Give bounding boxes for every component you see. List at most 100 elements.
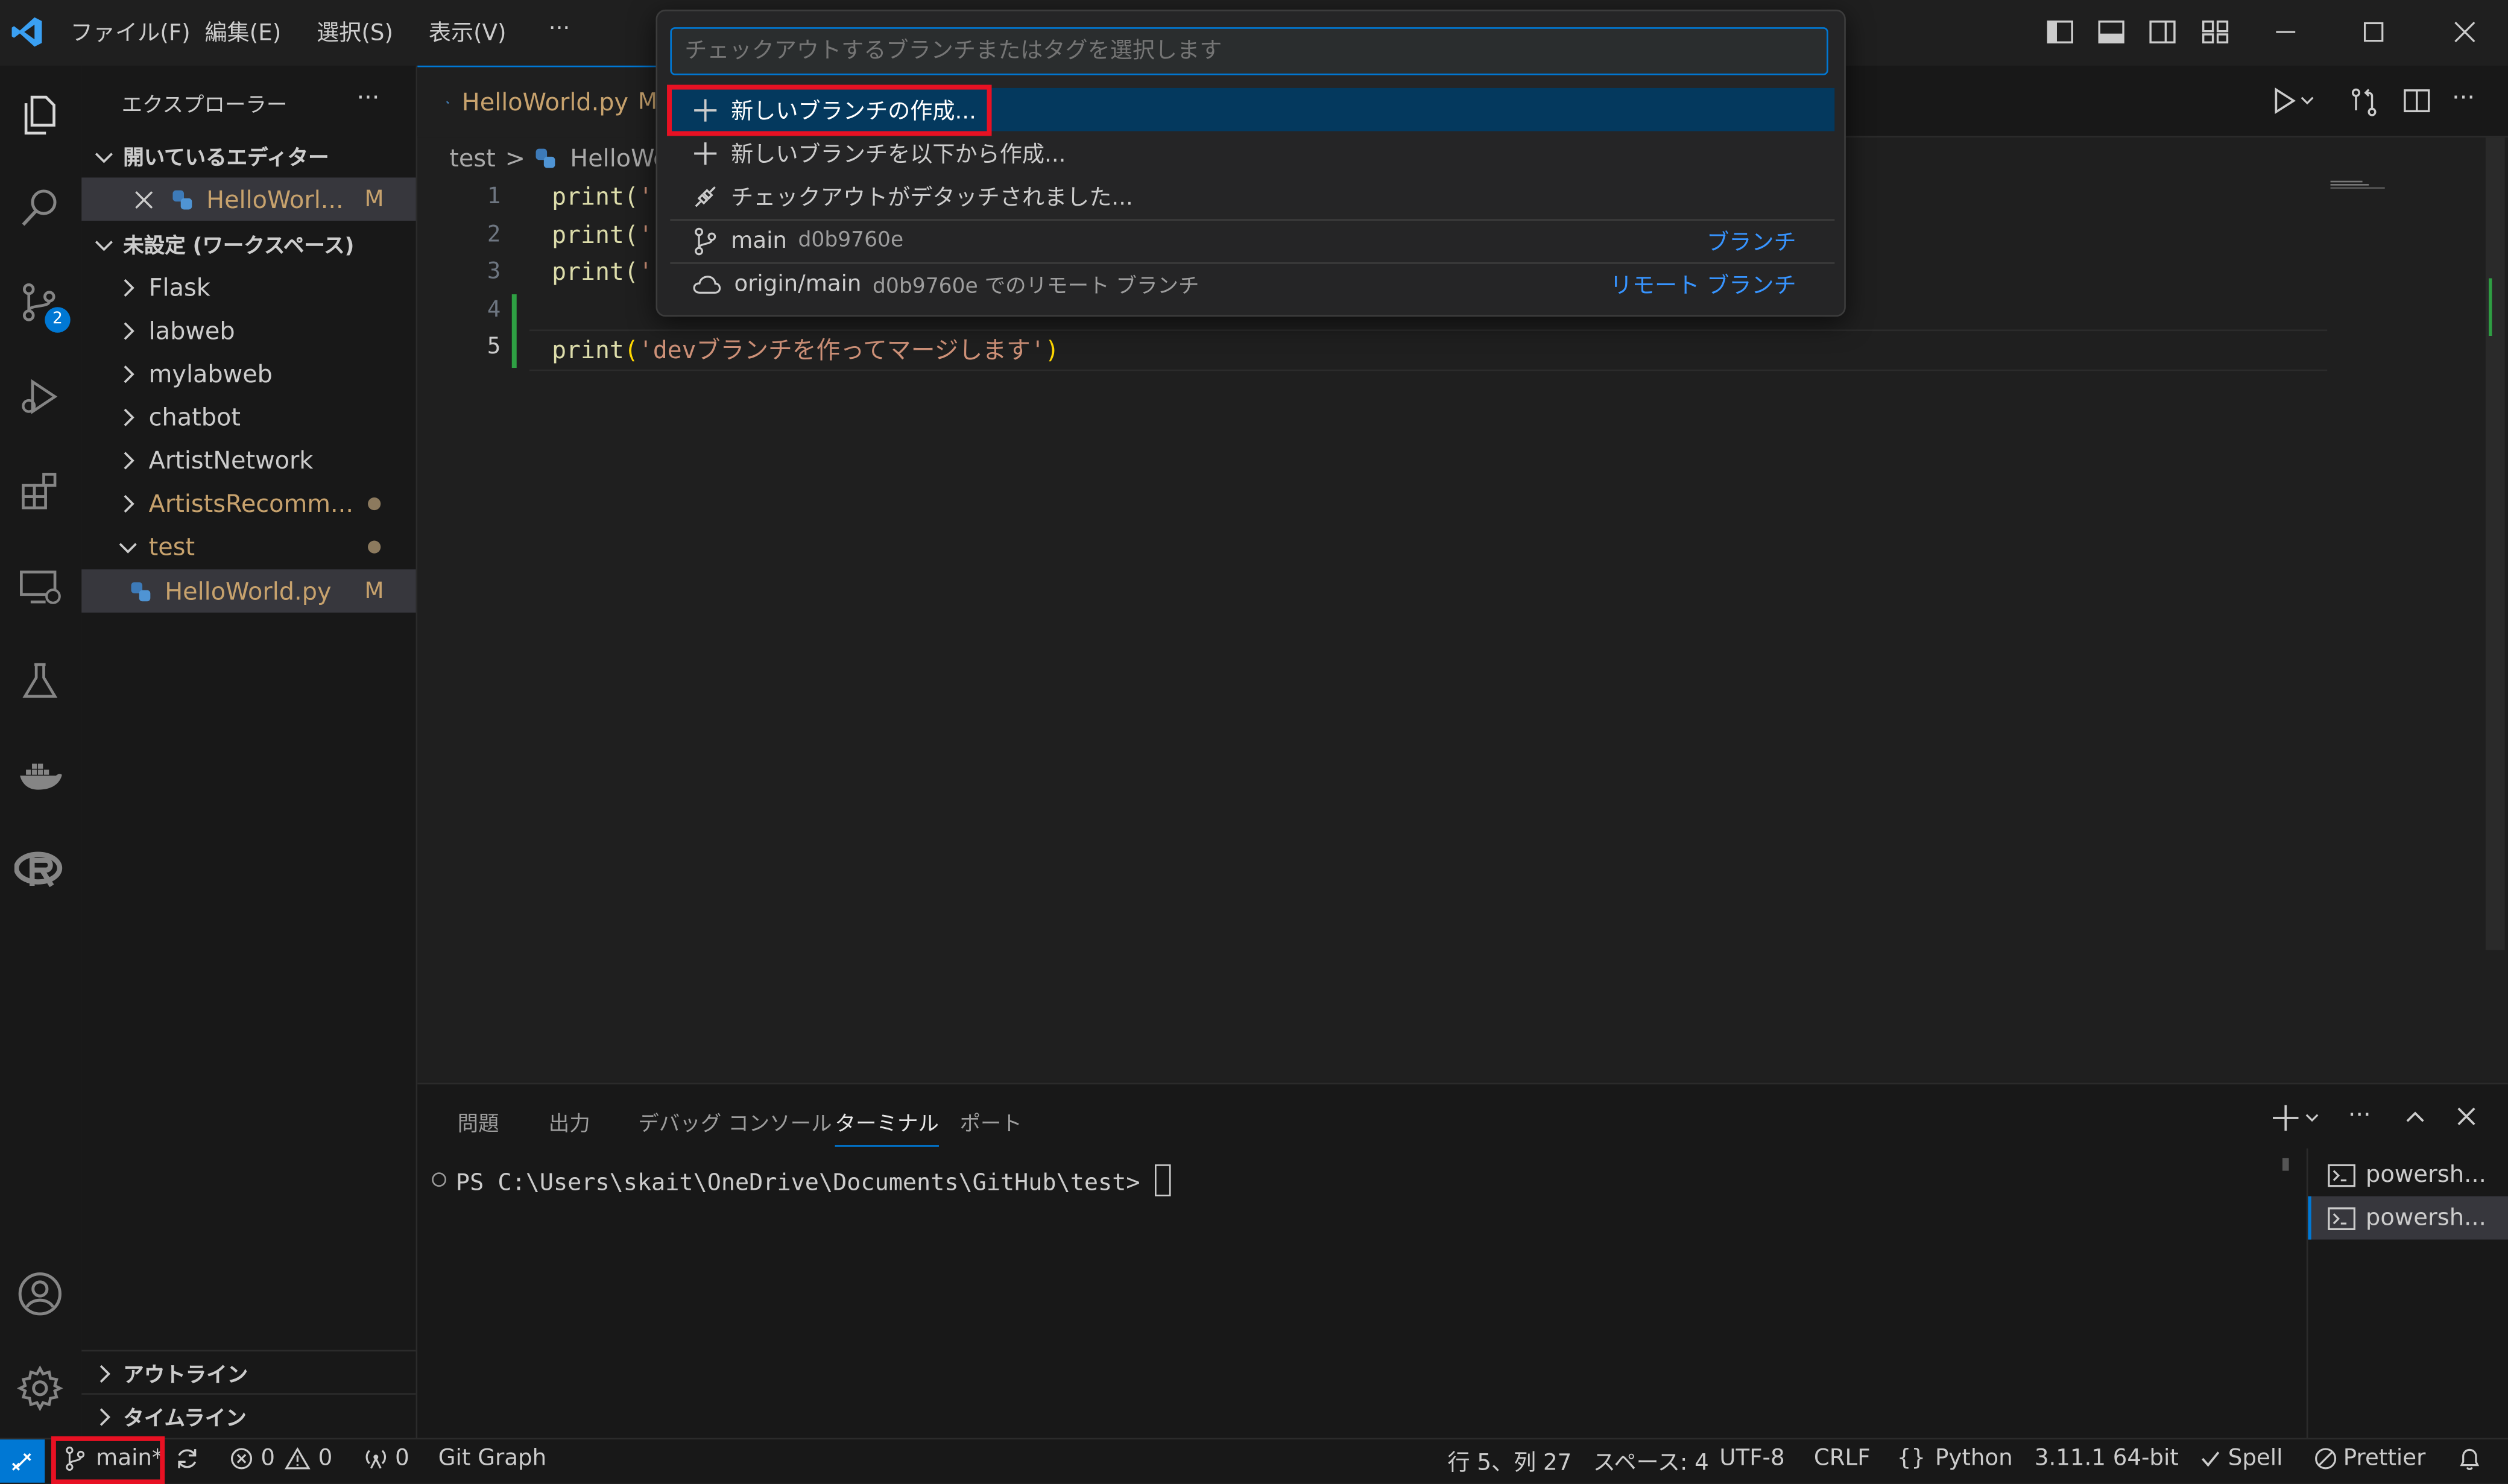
python-file-icon [172,189,192,209]
settings-gear-icon[interactable] [10,1358,71,1419]
branch-commit: d0b9760e でのリモート ブランチ [873,275,1199,299]
spell-indicator[interactable]: Spell [2199,1446,2282,1471]
error-icon [231,1448,253,1470]
workspace-section[interactable]: 未設定 (ワークスペース) [81,223,415,266]
terminal-instance[interactable]: powersh... [2308,1153,2508,1196]
terminal-output[interactable]: PS C:\Users\skait\OneDrive\Documents\Git… [456,1164,1170,1196]
search-icon[interactable] [10,177,71,238]
menu-view[interactable]: 表示(V) [429,16,507,48]
terminal-powershell-icon [2328,1206,2355,1230]
folder-item-test[interactable]: test [81,525,415,568]
editor-scrollbar[interactable] [2485,137,2505,950]
toggle-secondary-sidebar-icon[interactable] [2148,17,2177,46]
branch-item-origin-main[interactable]: origin/main d0b9760e でのリモート ブランチ リモート ブラ… [670,262,1834,306]
maximize-icon[interactable] [2359,17,2388,46]
r-language-icon[interactable] [10,840,71,901]
run-file-icon[interactable] [2271,86,2316,115]
ports-indicator[interactable]: 0 [363,1446,409,1471]
breadcrumb-folder[interactable]: test [449,144,495,173]
split-editor-icon[interactable] [2402,86,2431,115]
chevron-right-icon [99,1364,110,1382]
docker-icon[interactable] [10,745,71,806]
cursor-position[interactable]: 行 5、列 27 [1447,1446,1571,1478]
cloud-icon [693,274,721,293]
extensions-icon[interactable] [10,461,71,522]
explorer-icon[interactable] [10,85,71,146]
indentation[interactable]: スペース: 4 [1593,1446,1709,1478]
code-token: print( [552,182,639,212]
sidebar-title: エクスプローラー [121,94,288,119]
tab-helloworld[interactable]: HelloWorld.py M [417,65,658,138]
panel-more-button[interactable]: ··· [2348,1100,2371,1129]
checkout-detached-item[interactable]: チェックアウトがデタッチされました... [670,174,1834,218]
encoding[interactable]: UTF-8 [1719,1446,1784,1471]
testing-icon[interactable] [10,651,71,712]
check-icon [2201,1451,2220,1467]
open-editors-section[interactable]: 開いているエディター [81,134,415,178]
folder-item[interactable]: ArtistNetwork [81,438,415,482]
tab-ports[interactable]: ポート [959,1107,1022,1137]
terminal-scrollbar[interactable] [2282,1158,2289,1171]
source-control-icon[interactable]: 2 [10,272,71,333]
tab-output[interactable]: 出力 [549,1107,590,1137]
folder-item[interactable]: ArtistsRecomm... [81,481,415,525]
menu-file[interactable]: ファイル(F) [71,16,191,48]
git-graph-button[interactable]: Git Graph [438,1446,546,1471]
source-control-badge: 2 [45,307,71,333]
branch-search-input[interactable] [670,27,1828,75]
language-mode[interactable]: {} Python [1897,1446,2013,1471]
branch-item-main[interactable]: main d0b9760e ブランチ [670,219,1834,262]
folder-item[interactable]: mylabweb [81,352,415,396]
python-interpreter[interactable]: 3.11.1 64-bit [2035,1446,2179,1471]
toggle-primary-sidebar-icon[interactable] [2045,17,2074,46]
sync-icon[interactable] [174,1446,200,1471]
create-branch-from-item[interactable]: 新しいブランチを以下から作成... [670,131,1834,174]
tab-problems[interactable]: 問題 [458,1107,499,1137]
branch-type: リモート ブランチ [1609,273,1796,298]
sidebar-more-button[interactable]: ··· [356,83,379,112]
tab-modified: M [638,89,658,115]
plus-icon [694,141,717,164]
toggle-panel-icon[interactable] [2097,17,2126,46]
folder-item[interactable]: labweb [81,309,415,352]
tab-debug-console[interactable]: デバッグ コンソール [638,1107,832,1137]
breadcrumb-file[interactable]: HelloWo [570,144,668,173]
timeline-label: タイムライン [123,1407,247,1432]
problems-indicator[interactable]: 0 0 [230,1446,332,1471]
scrollbar-change-marker [2489,278,2508,336]
menu-edit[interactable]: 編集(E) [205,16,282,48]
notifications-bell-icon[interactable] [2459,1446,2481,1471]
outline-section[interactable]: アウトライン [81,1350,416,1395]
vscode-logo-icon [10,14,45,49]
close-window-icon[interactable] [2450,17,2479,46]
open-changes-icon[interactable] [2348,86,2380,118]
maximize-panel-icon[interactable] [2402,1104,2428,1129]
chevron-right-icon [124,278,134,296]
timeline-section[interactable]: タイムライン [81,1393,416,1438]
open-editor-item[interactable]: HelloWorl... M [81,177,416,221]
line-number: 2 [487,222,501,248]
remote-indicator[interactable] [0,1439,45,1483]
run-debug-icon[interactable] [10,366,71,427]
accounts-icon[interactable] [10,1263,71,1324]
file-item[interactable]: HelloWorld.py M [81,569,416,613]
tab-terminal[interactable]: ターミナル [835,1107,940,1147]
minimize-icon[interactable] [2271,17,2300,46]
close-icon[interactable] [133,188,155,210]
prettier-indicator[interactable]: Prettier [2314,1446,2425,1471]
minimap[interactable] [2330,179,2388,189]
end-of-line[interactable]: CRLF [1814,1446,1871,1471]
remote-explorer-icon[interactable] [10,557,71,617]
editor-more-button[interactable]: ··· [2452,83,2475,112]
customize-layout-icon[interactable] [2201,17,2230,46]
close-panel-icon[interactable] [2454,1104,2479,1129]
menu-selection[interactable]: 選択(S) [317,16,393,48]
file-label: HelloWorld.py [165,576,332,605]
new-terminal-icon[interactable] [2271,1104,2322,1132]
menu-more[interactable]: ··· [549,16,570,42]
folder-item[interactable]: chatbot [81,395,415,438]
folder-item[interactable]: Flask [81,265,415,309]
terminal-instance-active[interactable]: powersh... [2308,1196,2508,1240]
code-token: ' [638,257,653,286]
checkout-detached-label: チェックアウトがデタッチされました... [731,185,1133,210]
